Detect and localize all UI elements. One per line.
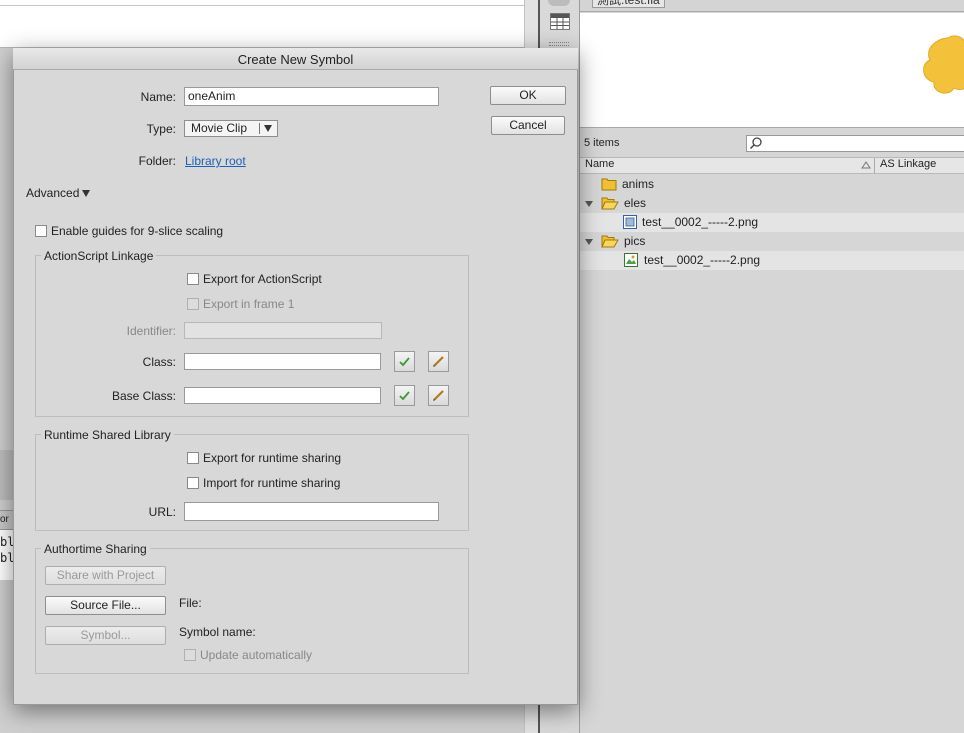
ok-button[interactable]: OK — [490, 86, 566, 105]
select-divider — [259, 123, 260, 134]
base-class-label: Base Class: — [111, 389, 176, 403]
library-row-folder[interactable]: pics — [580, 232, 964, 251]
library-preview — [580, 13, 964, 128]
check-icon — [399, 357, 410, 367]
column-divider[interactable] — [874, 158, 875, 173]
type-select[interactable]: Movie Clip — [184, 120, 278, 137]
open-folder-icon — [601, 197, 619, 210]
library-row-folder[interactable]: anims — [580, 175, 964, 194]
advanced-toggle[interactable]: Advanced — [26, 186, 79, 200]
identifier-label: Identifier: — [126, 324, 176, 338]
bitmap-icon — [623, 215, 637, 229]
nine-slice-label: Enable guides for 9-slice scaling — [51, 224, 224, 238]
name-input[interactable]: oneAnim — [184, 87, 439, 106]
export-actionscript-checkbox[interactable] — [187, 273, 199, 285]
open-folder-icon — [601, 235, 619, 248]
import-runtime-label: Import for runtime sharing — [203, 476, 341, 490]
search-icon — [749, 137, 762, 150]
library-row-label: test__0002_-----2.png — [644, 253, 761, 267]
tool-button[interactable] — [548, 0, 570, 6]
grip-handle[interactable] — [549, 42, 569, 46]
symbol-button[interactable]: Symbol... — [45, 626, 166, 645]
expand-triangle-icon[interactable] — [585, 201, 593, 207]
authortime-sharing-title: Authortime Sharing — [41, 542, 150, 556]
runtime-shared-library-title: Runtime Shared Library — [41, 428, 174, 442]
nine-slice-checkbox[interactable] — [35, 225, 47, 237]
class-input[interactable] — [184, 353, 381, 370]
grid-icon[interactable] — [550, 13, 570, 30]
export-frame1-checkbox[interactable] — [187, 298, 199, 310]
folder-icon — [601, 178, 617, 191]
validate-class-button[interactable] — [394, 351, 415, 372]
update-automatically-label: Update automatically — [200, 648, 313, 662]
background-panel — [0, 450, 14, 500]
class-label: Class: — [142, 355, 176, 369]
timeline-area — [0, 0, 524, 48]
name-label: Name: — [140, 90, 176, 104]
code-line: bl — [0, 535, 14, 549]
check-icon — [399, 391, 410, 401]
update-automatically-checkbox[interactable] — [184, 649, 196, 661]
advanced-label: Advanced — [26, 186, 80, 200]
background-panel-tab[interactable]: or — [0, 510, 14, 530]
import-runtime-checkbox[interactable] — [187, 477, 199, 489]
export-runtime-label: Export for runtime sharing — [203, 451, 342, 465]
dialog-title: Create New Symbol — [237, 52, 354, 67]
column-linkage-header[interactable]: AS Linkage — [880, 158, 936, 170]
library-document-tab[interactable]: 測試.test.fla — [592, 0, 665, 8]
library-row-label: test__0002_-----2.png — [642, 215, 759, 229]
identifier-input[interactable] — [184, 322, 382, 339]
type-label: Type: — [146, 122, 176, 136]
background-code-area: bl bl — [0, 530, 14, 580]
edit-base-class-button[interactable] — [428, 385, 449, 406]
type-select-value: Movie Clip — [191, 121, 248, 135]
library-row-bitmap[interactable]: test__0002_-----2.png — [580, 213, 964, 232]
export-actionscript-label: Export for ActionScript — [203, 272, 322, 286]
validate-base-class-button[interactable] — [394, 385, 415, 406]
url-label: URL: — [148, 505, 176, 519]
column-name-header[interactable]: Name — [585, 158, 614, 170]
url-input[interactable] — [184, 502, 439, 521]
preview-shape-icon — [923, 35, 964, 94]
code-line: bl — [0, 551, 14, 565]
cancel-button[interactable]: Cancel — [491, 116, 565, 135]
image-icon — [624, 253, 638, 267]
folder-label: Folder: — [138, 154, 176, 168]
share-project-button[interactable]: Share with Project — [45, 566, 166, 585]
edit-class-button[interactable] — [428, 351, 449, 372]
symbol-name-label: Symbol name: — [179, 625, 256, 639]
base-class-input[interactable] — [184, 387, 381, 404]
library-row-folder[interactable]: eles — [580, 194, 964, 213]
library-row-label: eles — [624, 196, 647, 210]
library-item-count: 5 items — [584, 137, 620, 149]
folder-link[interactable]: Library root — [185, 154, 246, 168]
chevron-down-icon — [264, 125, 272, 132]
timeline-divider — [0, 5, 524, 6]
actionscript-linkage-title: ActionScript Linkage — [41, 249, 157, 263]
library-row-label: pics — [624, 234, 646, 248]
pencil-icon — [433, 356, 444, 367]
expand-triangle-icon[interactable] — [585, 239, 593, 245]
source-file-button[interactable]: Source File... — [45, 596, 166, 615]
sort-arrow-icon[interactable] — [861, 160, 871, 170]
library-row-label: anims — [622, 177, 655, 191]
export-runtime-checkbox[interactable] — [187, 452, 199, 464]
export-frame1-label: Export in frame 1 — [203, 297, 295, 311]
library-search-input[interactable] — [746, 135, 964, 152]
file-label: File: — [179, 596, 202, 610]
chevron-down-icon[interactable] — [82, 190, 90, 197]
pencil-icon — [433, 390, 444, 401]
library-row-bitmap[interactable]: test__0002_-----2.png — [580, 251, 964, 270]
